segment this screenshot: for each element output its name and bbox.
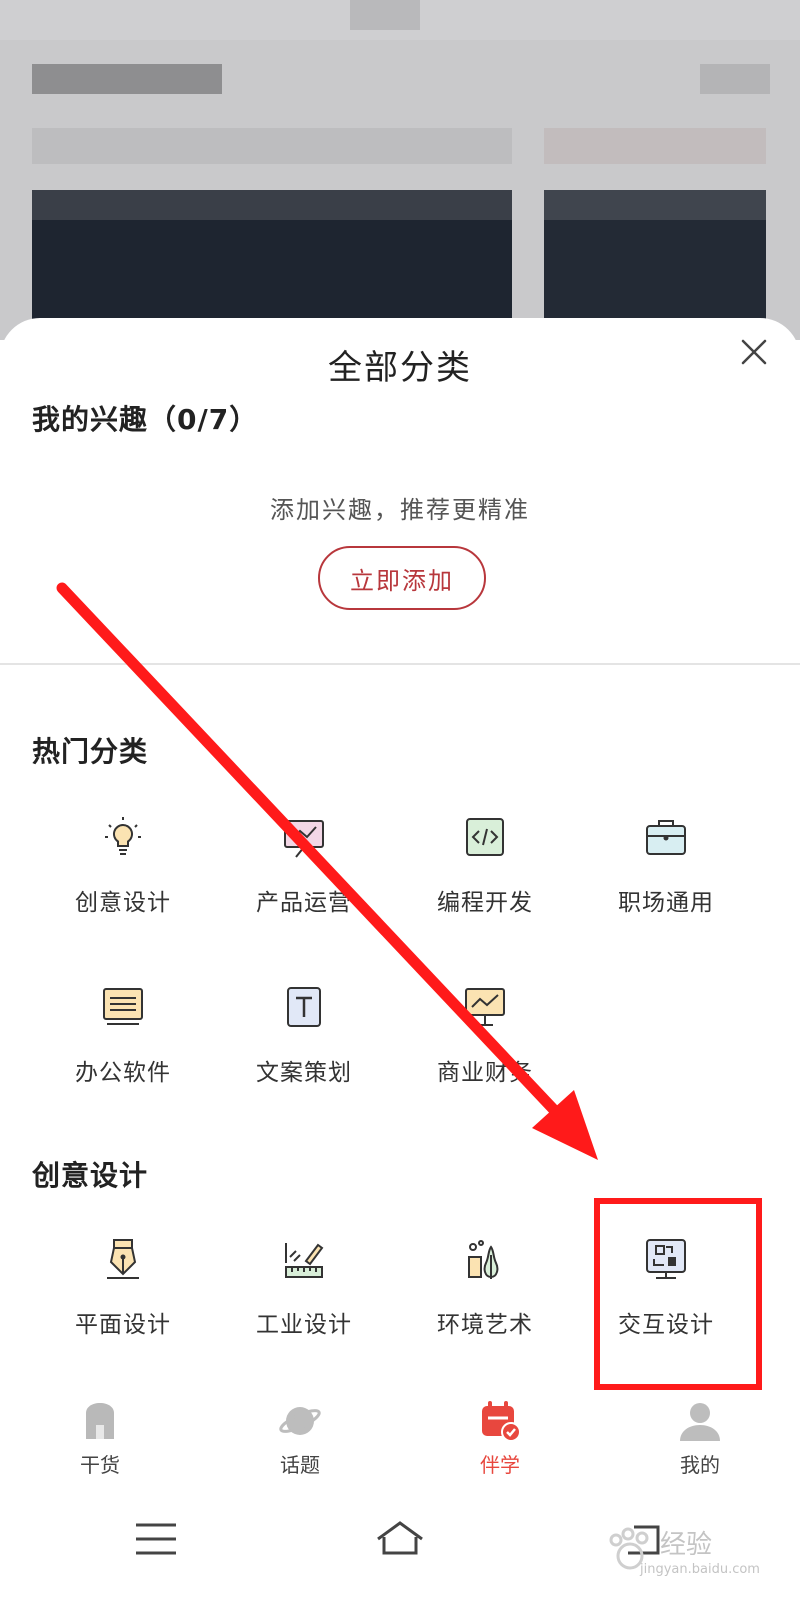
calendar-check-icon	[478, 1399, 522, 1443]
office-icon	[99, 983, 147, 1031]
creative-design-title: 创意设计	[32, 1159, 149, 1192]
close-icon	[741, 339, 767, 365]
user-icon	[678, 1399, 722, 1443]
lightbulb-icon	[99, 813, 147, 861]
category-label: 编程开发	[437, 890, 533, 916]
interests-title: 我的兴趣（0/7）	[32, 403, 259, 436]
category-item-product-ops[interactable]: 产品运营	[214, 813, 394, 943]
briefcase-icon	[642, 813, 690, 861]
sheet-title: 全部分类	[328, 348, 472, 388]
background-content	[0, 0, 800, 340]
home-icon	[377, 1521, 423, 1555]
close-button[interactable]	[734, 332, 774, 372]
category-label: 产品运营	[256, 890, 352, 916]
ruler-pencil-icon	[280, 1235, 328, 1283]
finance-board-icon	[461, 983, 509, 1031]
nav-label: 干货	[80, 1453, 120, 1477]
category-item-copywriting[interactable]: 文案策划	[214, 983, 394, 1113]
category-label: 工业设计	[256, 1312, 352, 1338]
nav-item-dry-goods[interactable]: 干货	[0, 1395, 200, 1485]
interests-hint: 添加兴趣，推荐更精准	[270, 496, 530, 524]
bottom-navigation: 干货 话题 伴学 我的	[0, 1395, 800, 1485]
category-label: 平面设计	[75, 1312, 171, 1338]
category-item-programming[interactable]: 编程开发	[395, 813, 575, 943]
pen-nib-icon	[99, 1235, 147, 1283]
category-item-business-finance[interactable]: 商业财务	[395, 983, 575, 1113]
nav-label: 我的	[680, 1453, 720, 1477]
category-label: 创意设计	[75, 890, 171, 916]
category-label: 文案策划	[256, 1060, 352, 1086]
category-item-environmental-art[interactable]: 环境艺术	[395, 1235, 575, 1365]
add-interest-button[interactable]: 立即添加	[318, 546, 486, 610]
menu-button[interactable]	[126, 1515, 186, 1565]
code-icon	[461, 813, 509, 861]
nav-item-mine[interactable]: 我的	[600, 1395, 800, 1485]
landscape-icon	[461, 1235, 509, 1283]
hot-categories-title: 热门分类	[32, 735, 149, 768]
category-label: 环境艺术	[437, 1312, 533, 1338]
box-icon	[78, 1399, 122, 1443]
category-item-creative-design[interactable]: 创意设计	[33, 813, 213, 943]
watermark-text: 经验	[660, 1530, 713, 1560]
category-item-workplace[interactable]: 职场通用	[576, 813, 756, 943]
category-label: 职场通用	[618, 890, 714, 916]
nav-label: 伴学	[480, 1453, 520, 1477]
watermark: 经验 jingyan.baidu.com	[600, 1520, 790, 1590]
category-label: 办公软件	[75, 1060, 171, 1086]
text-doc-icon	[280, 983, 328, 1031]
nav-item-topics[interactable]: 话题	[200, 1395, 400, 1485]
nav-label: 话题	[280, 1453, 320, 1477]
nav-item-study-companion[interactable]: 伴学	[400, 1395, 600, 1485]
category-item-office-software[interactable]: 办公软件	[33, 983, 213, 1113]
category-item-graphic-design[interactable]: 平面设计	[33, 1235, 213, 1365]
annotation-highlight-box	[594, 1198, 762, 1390]
divider	[0, 663, 800, 665]
category-item-industrial-design[interactable]: 工业设计	[214, 1235, 394, 1365]
watermark-url: jingyan.baidu.com	[640, 1562, 760, 1577]
home-button[interactable]	[370, 1515, 430, 1565]
presentation-icon	[280, 813, 328, 861]
category-label: 商业财务	[437, 1060, 533, 1086]
menu-icon	[136, 1523, 176, 1555]
planet-icon	[278, 1399, 322, 1443]
